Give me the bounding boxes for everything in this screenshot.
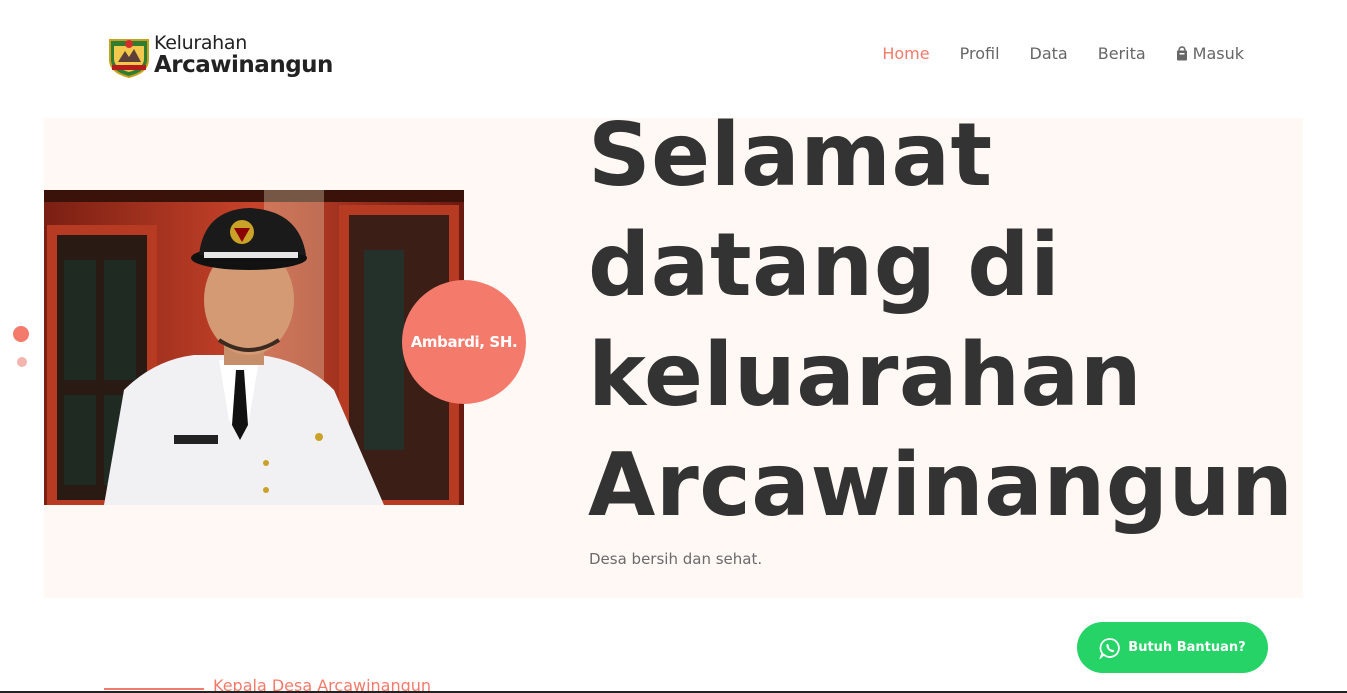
- site-header: Kelurahan Arcawinangun Home Profil Data …: [0, 0, 1347, 110]
- nav-profil[interactable]: Profil: [960, 44, 1000, 63]
- nav-masuk-label: Masuk: [1192, 44, 1244, 63]
- section-divider: [104, 688, 204, 690]
- headline-line: Selamat: [588, 104, 993, 206]
- slider-dot-active[interactable]: [13, 326, 29, 342]
- headline-line: keluarahan: [588, 324, 1143, 426]
- site-logo[interactable]: Kelurahan Arcawinangun: [106, 30, 346, 80]
- hero-headline: Selamat datang di keluarahan Arcawinangu…: [588, 100, 1308, 540]
- whatsapp-help-button[interactable]: Butuh Bantuan?: [1077, 622, 1268, 673]
- regency-emblem-icon: [106, 32, 152, 79]
- village-head-name-badge: Ambardi, SH.: [402, 280, 526, 404]
- headline-line: Arcawinangun: [588, 434, 1294, 536]
- logo-title-bottom: Arcawinangun: [154, 51, 333, 78]
- whatsapp-icon: [1099, 637, 1121, 660]
- logo-title-top: Kelurahan: [154, 31, 248, 54]
- nav-data[interactable]: Data: [1030, 44, 1068, 63]
- shopping-bag-icon: [1176, 46, 1188, 61]
- village-head-photo: [44, 190, 464, 505]
- headline-line: datang di: [588, 214, 1061, 316]
- nav-berita[interactable]: Berita: [1098, 44, 1146, 63]
- slider-dot[interactable]: [17, 357, 27, 367]
- whatsapp-help-label: Butuh Bantuan?: [1128, 640, 1246, 655]
- nav-masuk[interactable]: Masuk: [1176, 44, 1244, 63]
- hero-subtitle: Desa bersih dan sehat.: [589, 550, 763, 568]
- main-navigation: Home Profil Data Berita Masuk: [852, 44, 1244, 63]
- nav-home[interactable]: Home: [882, 44, 929, 63]
